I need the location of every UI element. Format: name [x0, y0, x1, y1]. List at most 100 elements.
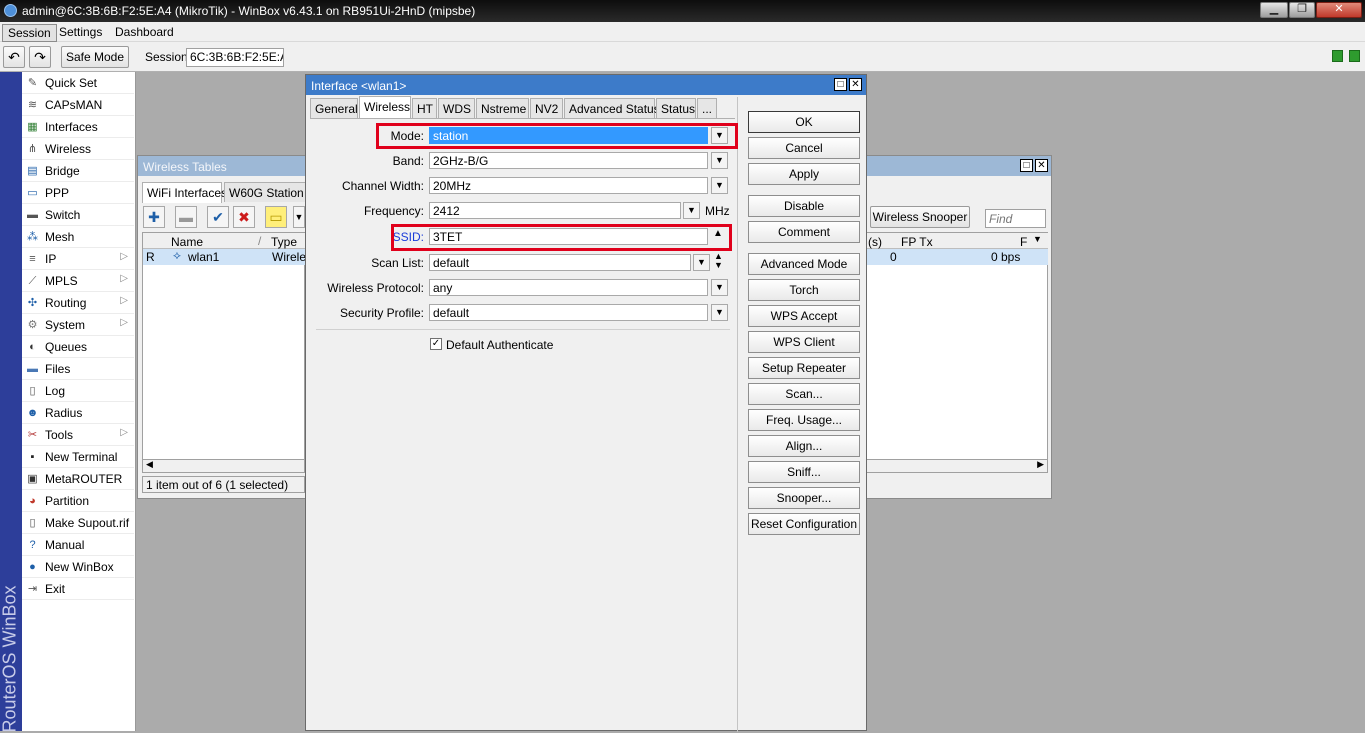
tab-nv2[interactable]: NV2 [530, 98, 563, 118]
session-field[interactable]: 6C:3B:6B:F2:5E:A4 [186, 48, 284, 67]
undo-button[interactable]: ↶ [3, 46, 25, 68]
sidebar-item-tools[interactable]: ✂ Tools ▷ [22, 424, 134, 446]
comment-icon[interactable]: ▭ [265, 206, 287, 228]
add-icon[interactable]: ✚ [143, 206, 165, 228]
sidebar-item-routing[interactable]: ✣ Routing ▷ [22, 292, 134, 314]
tab-wireless[interactable]: Wireless [359, 96, 411, 118]
tab-general[interactable]: General [310, 98, 358, 118]
sidebar-item-queues[interactable]: ◐ Queues [22, 336, 134, 358]
security-profile-select[interactable]: default [429, 304, 708, 321]
close-icon[interactable]: ✕ [849, 78, 862, 91]
tab-ht[interactable]: HT [412, 98, 437, 118]
sidebar-item-radius[interactable]: ☻ Radius [22, 402, 134, 424]
sidebar-item-mpls[interactable]: ⟋ MPLS ▷ [22, 270, 134, 292]
maximize-icon[interactable]: □ [834, 78, 847, 91]
sidebar-item-partition[interactable]: ◕ Partition [22, 490, 134, 512]
column-fp-tx[interactable]: FP Tx [901, 235, 933, 249]
redo-button[interactable]: ↷ [29, 46, 51, 68]
sidebar-item-manual[interactable]: ? Manual [22, 534, 134, 556]
scan-list-select[interactable]: default [429, 254, 691, 271]
tab-wifi-interfaces[interactable]: WiFi Interfaces [142, 182, 227, 203]
find-input[interactable] [985, 209, 1046, 228]
disable-button[interactable]: Disable [748, 195, 860, 217]
tab-w60g-station[interactable]: W60G Station [224, 182, 306, 202]
restore-button[interactable]: ❐ [1289, 2, 1315, 18]
scan-button[interactable]: Scan... [748, 383, 860, 405]
minimize-button[interactable]: ▁ [1260, 2, 1288, 18]
sidebar-item-new-winbox[interactable]: ● New WinBox [22, 556, 134, 578]
channel-width-select[interactable]: 20MHz [429, 177, 708, 194]
maximize-icon[interactable]: □ [1020, 159, 1033, 172]
scan-list-dropdown-icon[interactable]: ▼ [693, 254, 710, 271]
tab-more[interactable]: ... [697, 98, 717, 118]
horizontal-scrollbar-right[interactable]: ▶ [866, 459, 1048, 473]
scan-list-add-remove-icon[interactable]: ▲ ▼ [714, 252, 723, 270]
security-profile-dropdown-icon[interactable]: ▼ [711, 304, 728, 321]
column-menu-icon[interactable]: ▼ [1033, 234, 1042, 244]
column-rx[interactable]: (s) [868, 235, 882, 249]
wps-accept-button[interactable]: WPS Accept [748, 305, 860, 327]
torch-button[interactable]: Torch [748, 279, 860, 301]
align-button[interactable]: Align... [748, 435, 860, 457]
freq-usage-button[interactable]: Freq. Usage... [748, 409, 860, 431]
status-bar: 1 item out of 6 (1 selected) [142, 476, 305, 493]
button-column-divider [737, 97, 738, 732]
cancel-button[interactable]: Cancel [748, 137, 860, 159]
wireless-protocol-select[interactable]: any [429, 279, 708, 296]
safe-mode-button[interactable]: Safe Mode [61, 46, 129, 68]
sidebar-item-interfaces[interactable]: ▦ Interfaces [22, 116, 134, 138]
band-dropdown-icon[interactable]: ▼ [711, 152, 728, 169]
advanced-mode-button[interactable]: Advanced Mode [748, 253, 860, 275]
frequency-dropdown-icon[interactable]: ▼ [683, 202, 700, 219]
apply-button[interactable]: Apply [748, 163, 860, 185]
wps-client-button[interactable]: WPS Client [748, 331, 860, 353]
sidebar-item-system[interactable]: ⚙ System ▷ [22, 314, 134, 336]
reset-configuration-button[interactable]: Reset Configuration [748, 513, 860, 535]
sidebar-item-metarouter[interactable]: ▣ MetaROUTER [22, 468, 134, 490]
default-authenticate-checkbox[interactable]: ✓ [430, 338, 442, 350]
sidebar-item-quick-set[interactable]: ✎ Quick Set [22, 72, 134, 94]
setup-repeater-button[interactable]: Setup Repeater [748, 357, 860, 379]
tab-advanced-status[interactable]: Advanced Status [564, 98, 660, 118]
sidebar-item-make-supout-rif[interactable]: ▯ Make Supout.rif [22, 512, 134, 534]
menu-settings[interactable]: Settings [54, 24, 107, 40]
enable-icon[interactable]: ✔ [207, 206, 229, 228]
column-type[interactable]: Type [271, 235, 297, 249]
menu-dashboard[interactable]: Dashboard [110, 24, 179, 40]
frequency-select[interactable]: 2412 [429, 202, 681, 219]
column-name[interactable]: Name [171, 235, 203, 249]
filter-icon[interactable]: ▼ [293, 206, 305, 228]
sidebar-item-files[interactable]: ▬ Files [22, 358, 134, 380]
sidebar-item-label: MetaROUTER [45, 472, 123, 486]
comment-button[interactable]: Comment [748, 221, 860, 243]
sidebar-item-capsman[interactable]: ≋ CAPsMAN [22, 94, 134, 116]
channel-width-dropdown-icon[interactable]: ▼ [711, 177, 728, 194]
sidebar-item-new-terminal[interactable]: ▪ New Terminal [22, 446, 134, 468]
sidebar-item-ppp[interactable]: ▭ PPP [22, 182, 134, 204]
tab-status[interactable]: Status [656, 98, 696, 118]
menu-session[interactable]: Session [2, 24, 57, 42]
close-icon[interactable]: ✕ [1035, 159, 1048, 172]
sidebar-item-bridge[interactable]: ▤ Bridge [22, 160, 134, 182]
sniff-button[interactable]: Sniff... [748, 461, 860, 483]
snooper-button[interactable]: Snooper... [748, 487, 860, 509]
sidebar-item-exit[interactable]: ⇥ Exit [22, 578, 134, 600]
column-fp-rx[interactable]: F [1020, 235, 1027, 249]
sidebar-item-wireless[interactable]: ⋔ Wireless [22, 138, 134, 160]
disable-icon[interactable]: ✖ [233, 206, 255, 228]
secure-icon [1349, 50, 1360, 62]
sidebar-item-mesh[interactable]: ⁂ Mesh [22, 226, 134, 248]
sidebar-item-switch[interactable]: ▬ Switch [22, 204, 134, 226]
remove-icon[interactable]: ▬ [175, 206, 197, 228]
tab-wds[interactable]: WDS [438, 98, 475, 118]
band-select[interactable]: 2GHz-B/G [429, 152, 708, 169]
wireless-snooper-button[interactable]: Wireless Snooper [870, 206, 970, 228]
tab-nstreme[interactable]: Nstreme [476, 98, 529, 118]
interfaces-table-left: Name / Type R ⟡ wlan1 Wireles [142, 232, 312, 460]
close-button[interactable]: ✕ [1316, 2, 1362, 18]
sidebar-item-ip[interactable]: ≡ IP ▷ [22, 248, 134, 270]
wireless-protocol-dropdown-icon[interactable]: ▼ [711, 279, 728, 296]
horizontal-scrollbar[interactable]: ◀ [142, 459, 305, 473]
ok-button[interactable]: OK [748, 111, 860, 133]
sidebar-item-log[interactable]: ▯ Log [22, 380, 134, 402]
